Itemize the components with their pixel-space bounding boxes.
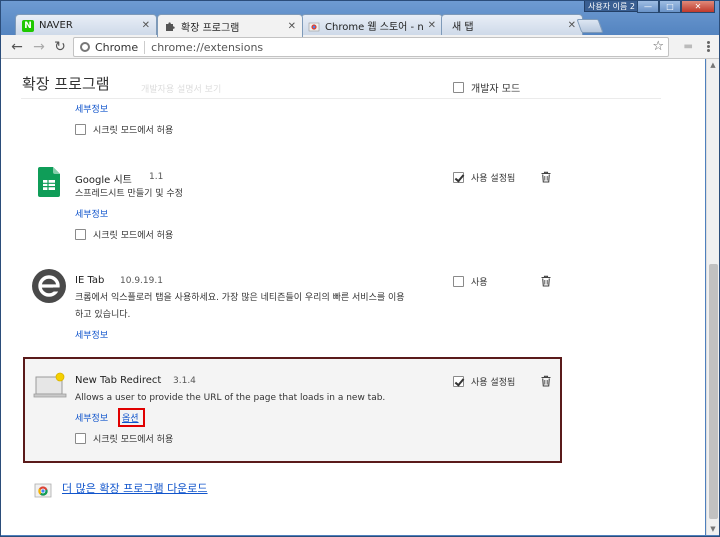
extension-version: 3.1.4	[173, 376, 196, 386]
omnibox-scheme-label: Chrome	[95, 40, 139, 54]
new-tab-redirect-icon	[33, 372, 67, 398]
extension-card-highlighted	[23, 357, 562, 463]
incognito-checkbox[interactable]	[75, 124, 86, 135]
new-tab-button[interactable]	[576, 19, 604, 33]
omnibox-url[interactable]: chrome://extensions	[151, 41, 263, 54]
address-bar[interactable]: Chrome chrome://extensions ☆	[73, 37, 669, 57]
tab-extensions[interactable]: 확장 프로그램 ✕	[157, 14, 303, 37]
incognito-toggle[interactable]: 시크릿 모드에서 허용	[75, 432, 173, 445]
options-highlight-box	[118, 408, 145, 427]
incognito-checkbox[interactable]	[75, 229, 86, 240]
extensions-page: 확장 프로그램 개발자용 설명서 보기 개발자 모드 세부정보 시크릿 모드에서…	[1, 59, 705, 535]
tab-naver[interactable]: N NAVER ✕	[15, 14, 157, 36]
tab-label: 새 탭	[452, 22, 474, 33]
sheets-icon	[38, 167, 60, 197]
more-extensions-link[interactable]: 더 많은 확장 프로그램 다운로드	[62, 480, 208, 496]
extension-name: New Tab Redirect	[75, 375, 162, 386]
incognito-label: 시크릿 모드에서 허용	[93, 231, 174, 241]
incognito-label: 시크릿 모드에서 허용	[93, 435, 174, 445]
trash-icon[interactable]	[540, 171, 552, 183]
enable-toggle[interactable]: 사용 설정됨	[453, 375, 515, 388]
enabled-label: 사용	[471, 278, 488, 288]
reload-icon[interactable]: ↻	[52, 39, 68, 55]
close-icon[interactable]: ✕	[142, 20, 150, 31]
incognito-label: 시크릿 모드에서 허용	[93, 126, 174, 136]
tab-label: NAVER	[39, 20, 73, 31]
tab-new-tab[interactable]: 새 탭 ✕	[441, 14, 583, 36]
incognito-toggle[interactable]: 시크릿 모드에서 허용	[75, 123, 173, 136]
scroll-thumb[interactable]	[709, 264, 718, 519]
enable-toggle[interactable]: 사용 설정됨	[453, 171, 515, 184]
menu-icon[interactable]	[703, 40, 713, 54]
enabled-label: 사용 설정됨	[471, 378, 516, 388]
puzzle-icon	[164, 20, 176, 32]
enabled-checkbox[interactable]	[453, 172, 464, 183]
details-link[interactable]: 세부정보	[75, 411, 108, 424]
close-icon[interactable]: ✕	[288, 21, 296, 32]
details-link[interactable]: 세부정보	[75, 102, 108, 115]
ghost-text: 개발자용 설명서 보기	[141, 85, 222, 95]
browser-toolbar: ← → ↻ Chrome chrome://extensions ☆ ▬	[1, 35, 719, 59]
chrome-store-icon	[308, 20, 320, 32]
naver-icon: N	[22, 19, 34, 32]
extension-action-icon[interactable]: ▬	[684, 41, 693, 52]
incognito-toggle[interactable]: 시크릿 모드에서 허용	[75, 228, 173, 241]
trash-icon[interactable]	[540, 275, 552, 287]
scroll-up-arrow-icon[interactable]: ▲	[707, 59, 719, 71]
close-icon[interactable]: ✕	[568, 20, 576, 31]
extension-version: 1.1	[149, 172, 164, 182]
enable-toggle[interactable]: 사용	[453, 275, 488, 288]
tab-label: 확장 프로그램	[181, 22, 240, 34]
back-arrow-icon[interactable]: ←	[9, 39, 25, 55]
enabled-checkbox[interactable]	[453, 276, 464, 287]
page-title: 확장 프로그램	[22, 75, 110, 93]
ie-tab-icon	[31, 268, 67, 304]
tab-strip: N NAVER ✕ 확장 프로그램 ✕ Chrome 웹 스토어 - ne ✕ …	[9, 11, 720, 37]
extension-name: Google 시트	[75, 175, 132, 186]
details-link[interactable]: 세부정보	[75, 207, 108, 220]
extension-description: 스프레드시트 만들기 및 수정	[75, 189, 183, 199]
trash-icon[interactable]	[540, 375, 552, 387]
enabled-checkbox[interactable]	[453, 376, 464, 387]
tab-label: Chrome 웹 스토어 - ne	[325, 22, 424, 33]
developer-mode-label: 개발자 모드	[471, 84, 521, 95]
details-link[interactable]: 세부정보	[75, 328, 108, 341]
forward-arrow-icon[interactable]: →	[31, 39, 47, 55]
omnibox-scheme: Chrome	[80, 40, 146, 54]
extension-version: 10.9.19.1	[120, 276, 163, 286]
chrome-info-icon[interactable]	[80, 42, 90, 52]
header-divider	[21, 98, 661, 99]
chrome-web-store-icon	[33, 479, 53, 499]
page-scrollbar[interactable]: ▲ ▼	[706, 59, 719, 535]
extension-description: 크롬에서 익스플로러 탭을 사용하세요. 가장 많은 네티즌들이 우리의 빠른 …	[75, 293, 405, 303]
extension-name: IE Tab	[75, 275, 105, 286]
developer-mode-checkbox[interactable]	[453, 82, 464, 93]
close-icon[interactable]: ✕	[428, 20, 436, 31]
incognito-checkbox[interactable]	[75, 433, 86, 444]
enabled-label: 사용 설정됨	[471, 174, 516, 184]
scroll-down-arrow-icon[interactable]: ▼	[707, 523, 719, 535]
extension-description-cont: 하고 있습니다.	[75, 310, 131, 320]
developer-mode-toggle[interactable]: 개발자 모드	[453, 80, 520, 95]
extension-description: Allows a user to provide the URL of the …	[75, 393, 386, 403]
bookmark-star-icon[interactable]: ☆	[652, 39, 664, 54]
tab-chrome-web-store[interactable]: Chrome 웹 스토어 - ne ✕	[301, 14, 443, 36]
